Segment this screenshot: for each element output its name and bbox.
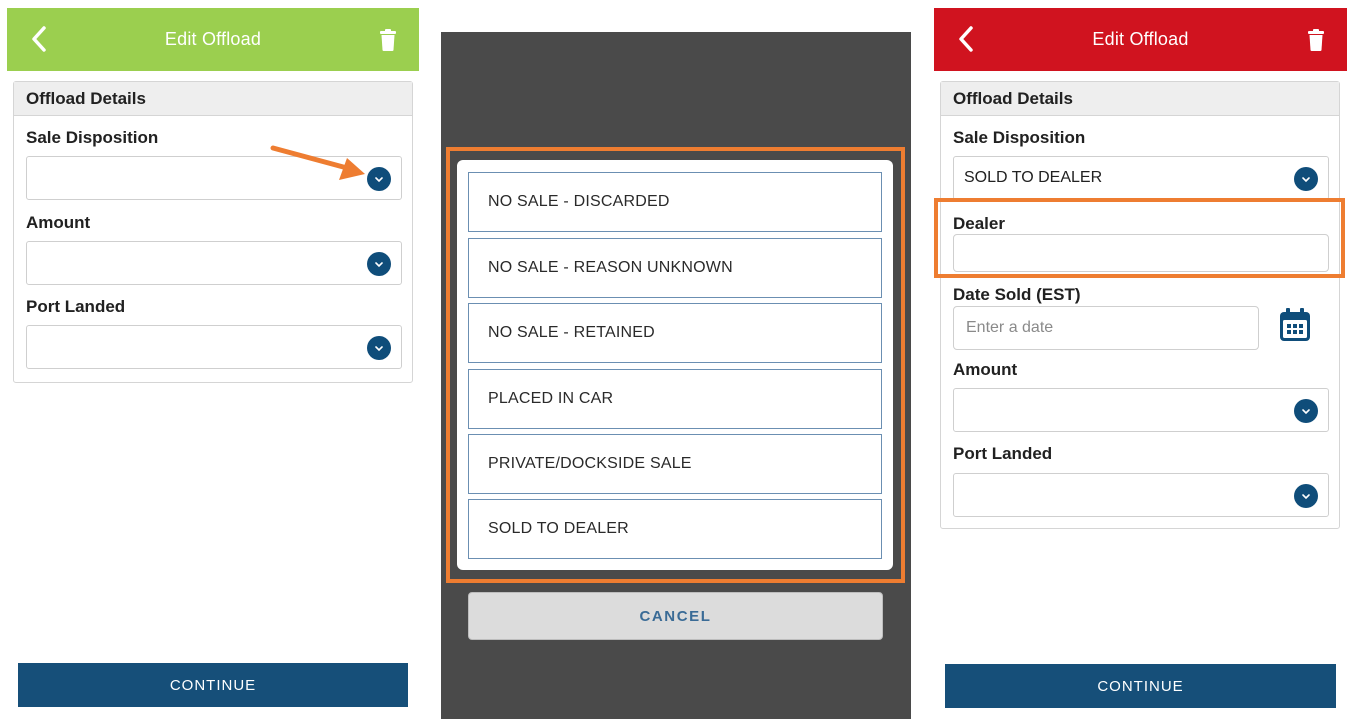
option-no-sale-reason-unknown[interactable]: NO SALE - REASON UNKNOWN <box>468 238 882 298</box>
port-landed-select[interactable] <box>953 473 1329 517</box>
continue-button[interactable]: CONTINUE <box>945 664 1336 708</box>
port-landed-label: Port Landed <box>26 297 126 316</box>
chevron-down-icon[interactable] <box>367 167 391 191</box>
chevron-down-icon[interactable] <box>1294 399 1318 423</box>
delete-button[interactable] <box>379 28 397 52</box>
option-no-sale-retained[interactable]: NO SALE - RETAINED <box>468 303 882 363</box>
screen-sale-disposition-picker: NO SALE - DISCARDED NO SALE - REASON UNK… <box>441 32 911 719</box>
date-sold-input[interactable] <box>953 306 1259 350</box>
continue-button[interactable]: CONTINUE <box>18 663 408 707</box>
delete-button[interactable] <box>1307 28 1325 52</box>
amount-label: Amount <box>953 360 1018 379</box>
port-landed-label: Port Landed <box>953 444 1053 463</box>
header-title: Edit Offload <box>1092 29 1189 49</box>
option-placed-in-car[interactable]: PLACED IN CAR <box>468 369 882 429</box>
amount-select[interactable] <box>953 388 1329 432</box>
offload-details-card: Offload Details Sale Disposition Amount … <box>13 81 413 383</box>
section-title: Offload Details <box>941 82 1339 116</box>
option-private-dockside-sale[interactable]: PRIVATE/DOCKSIDE SALE <box>468 434 882 494</box>
chevron-down-icon[interactable] <box>1294 167 1318 191</box>
sale-disposition-label: Sale Disposition <box>26 128 159 147</box>
back-button[interactable] <box>27 24 51 54</box>
screen-edit-offload-sold-to-dealer: Edit Offload Offload Details Sale Dispos… <box>934 0 1347 719</box>
header-title: Edit Offload <box>164 29 262 49</box>
sale-disposition-value: SOLD TO DEALER <box>964 169 1103 186</box>
trash-icon <box>1308 29 1324 51</box>
option-no-sale-discarded[interactable]: NO SALE - DISCARDED <box>468 172 882 232</box>
back-button[interactable] <box>954 24 978 54</box>
screen-edit-offload-empty: Edit Offload Offload Details Sale Dispos… <box>7 0 419 719</box>
dealer-label: Dealer <box>953 214 1005 233</box>
sale-disposition-label: Sale Disposition <box>953 128 1086 147</box>
chevron-down-icon[interactable] <box>367 336 391 360</box>
amount-label: Amount <box>26 213 91 232</box>
sale-disposition-select[interactable]: SOLD TO DEALER <box>953 156 1329 200</box>
arrow-icon <box>270 145 365 180</box>
chevron-down-icon[interactable] <box>1294 484 1318 508</box>
sale-disposition-picker: NO SALE - DISCARDED NO SALE - REASON UNK… <box>457 160 893 570</box>
trash-icon <box>380 29 396 51</box>
calendar-icon[interactable] <box>1279 308 1311 342</box>
cancel-button[interactable]: CANCEL <box>468 592 883 640</box>
chevron-down-icon[interactable] <box>367 252 391 276</box>
section-title: Offload Details <box>14 82 412 116</box>
offload-details-card: Offload Details Sale Disposition SOLD TO… <box>940 81 1340 529</box>
port-landed-select[interactable] <box>26 325 402 369</box>
amount-select[interactable] <box>26 241 402 285</box>
dealer-input[interactable] <box>953 234 1329 272</box>
date-sold-label: Date Sold (EST) <box>953 285 1081 304</box>
app-header: Edit Offload <box>7 8 419 71</box>
app-header: Edit Offload <box>934 8 1347 71</box>
option-sold-to-dealer[interactable]: SOLD TO DEALER <box>468 499 882 559</box>
chevron-left-icon <box>32 26 46 52</box>
chevron-left-icon <box>959 26 973 52</box>
